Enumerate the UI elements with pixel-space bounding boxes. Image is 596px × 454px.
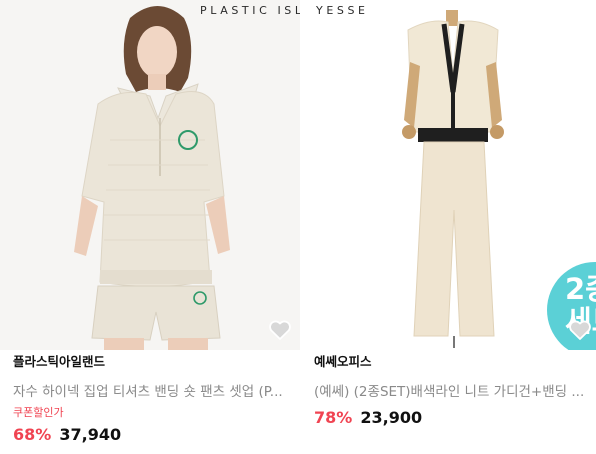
seller-name[interactable]: 예쎄오피스 xyxy=(306,354,596,370)
discount-rate: 78% xyxy=(314,408,353,427)
heart-outline-icon[interactable] xyxy=(268,319,292,341)
discount-rate: 68% xyxy=(13,425,52,444)
seller-name[interactable]: 플라스틱아일랜드 xyxy=(0,354,300,370)
product-info: 플라스틱아일랜드 자수 하이넥 집업 티셔츠 밴딩 숏 팬츠 셋업 (P... … xyxy=(0,354,300,446)
product-card[interactable]: YESSE 2종 세트 예쎄오피스 (예쎄) (2종SET)배색라인 니트 가디… xyxy=(306,0,596,454)
product-title[interactable]: (예쎄) (2종SET)배색라인 니트 가디건+밴딩 ... xyxy=(306,383,596,401)
product-grid: PLASTIC ISLA 플라스틱아일랜드 자수 하이넥 집업 티셔츠 밴딩 숏… xyxy=(0,0,596,454)
image-brand-text: YESSE xyxy=(316,4,369,17)
product-image[interactable]: YESSE 2종 세트 xyxy=(306,0,596,350)
coupon-price-label: 쿠폰할인가 xyxy=(13,406,64,419)
image-brand-text: PLASTIC ISLA xyxy=(200,4,300,17)
product-image[interactable]: PLASTIC ISLA xyxy=(0,0,300,350)
model-photo xyxy=(0,0,300,350)
price-row: 78% 23,900 xyxy=(306,407,596,429)
price-row: 68% 37,940 xyxy=(0,424,300,446)
sale-price: 37,940 xyxy=(59,425,122,444)
product-info: 예쎄오피스 (예쎄) (2종SET)배색라인 니트 가디건+밴딩 ... 78%… xyxy=(306,354,596,429)
product-card[interactable]: PLASTIC ISLA 플라스틱아일랜드 자수 하이넥 집업 티셔츠 밴딩 숏… xyxy=(0,0,300,454)
sale-price: 23,900 xyxy=(360,408,423,427)
product-title[interactable]: 자수 하이넥 집업 티셔츠 밴딩 숏 팬츠 셋업 (P... xyxy=(0,383,300,401)
heart-outline-icon[interactable] xyxy=(568,319,592,341)
